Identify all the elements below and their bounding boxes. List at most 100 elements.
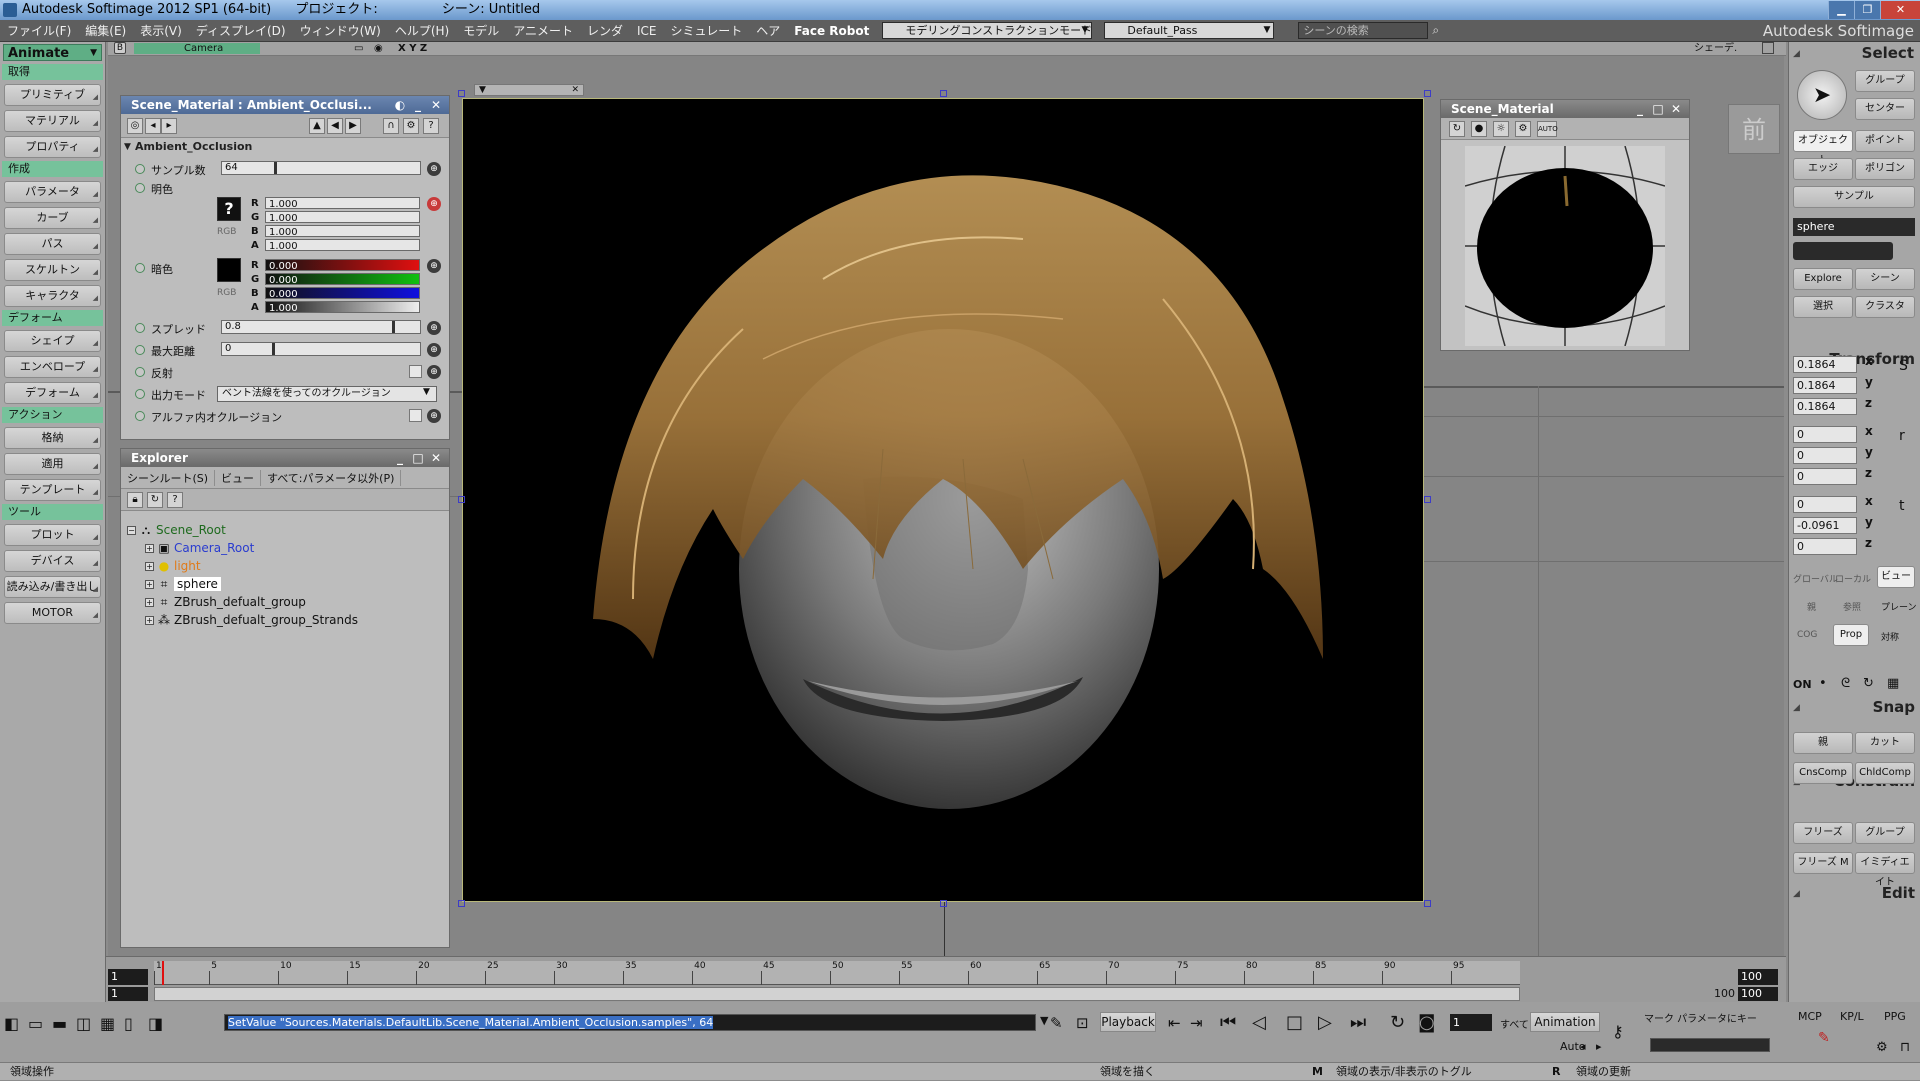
envelope-button[interactable]: エンベロープ [4, 356, 101, 379]
play-backward-icon[interactable]: ◁ [1252, 1012, 1266, 1033]
freeze-button[interactable]: フリーズ [1793, 822, 1853, 844]
reflect-anim-dot[interactable] [135, 367, 145, 377]
tab-ppg[interactable]: PPG [1884, 1010, 1906, 1023]
samples-slider-thumb[interactable] [274, 162, 277, 174]
preview-close-icon[interactable]: ✕ [1667, 100, 1685, 118]
preview-sphere-icon[interactable]: ● [1471, 121, 1487, 137]
explorer-titlebar[interactable]: Explorer _ □ ✕ [121, 449, 449, 467]
region-handle[interactable] [1424, 900, 1431, 907]
maximize-icon[interactable]: ❐ [1854, 1, 1880, 19]
menu-face-robot[interactable]: Face Robot [787, 24, 876, 38]
path-button[interactable]: パス [4, 233, 101, 256]
prop-button[interactable]: Prop [1833, 624, 1869, 646]
tab-mcp[interactable]: MCP [1798, 1010, 1822, 1023]
maxdist-slider[interactable]: 0 [221, 342, 421, 356]
snap-point-icon[interactable]: • [1819, 676, 1827, 691]
playhead[interactable] [162, 961, 164, 985]
material-button[interactable]: マテリアル [4, 110, 101, 133]
timeline-track[interactable]: 1 5 10 15 20 25 30 35 40 45 50 55 60 65 70 75 80 85 90 95 [154, 961, 1520, 985]
section-tools[interactable]: ツール [2, 504, 103, 520]
explore-button[interactable]: Explore [1793, 268, 1853, 290]
translate-y-field[interactable]: -0.0961 [1793, 517, 1857, 534]
preview-maximize-icon[interactable]: □ [1649, 100, 1667, 118]
expand-icon[interactable]: + [145, 544, 154, 553]
eye-icon[interactable]: ◉ [374, 42, 383, 55]
load-icon[interactable]: ◀ [327, 118, 343, 134]
collapse-icon[interactable]: ▼ [479, 85, 486, 95]
collapse-icon[interactable]: − [127, 526, 136, 535]
audio-icon[interactable]: ◙ [1418, 1012, 1435, 1033]
cnscomp-button[interactable]: CnsComp [1793, 762, 1853, 784]
preset-icon[interactable]: ▲ [309, 118, 325, 134]
immediate-button[interactable]: イミディエイト [1855, 852, 1915, 888]
next-key-icon[interactable]: ⇥ [1190, 1014, 1203, 1032]
center-select-button[interactable]: センター [1855, 98, 1915, 120]
edit-title[interactable]: Edit [1789, 882, 1920, 905]
explorer-filter-menu[interactable]: すべて:パラメータ以外(P) [261, 469, 402, 486]
view-space-button[interactable]: ビュー [1877, 566, 1915, 588]
character-button[interactable]: キャラクタ [4, 285, 101, 308]
maxdist-anim-dot[interactable] [135, 345, 145, 355]
section-create[interactable]: 作成 [2, 161, 103, 177]
lock-icon[interactable]: ◐ [391, 96, 409, 114]
current-frame-field[interactable]: 1 [108, 987, 148, 1001]
sample-select-button[interactable]: サンプル [1793, 186, 1915, 208]
dark-anim-dot[interactable] [135, 263, 145, 273]
chldcomp-button[interactable]: ChldComp [1855, 762, 1915, 784]
bright-connect-icon[interactable]: ⊕ [427, 197, 441, 211]
explorer-minimize-icon[interactable]: _ [391, 449, 409, 467]
scale-tool-icon[interactable]: S [1899, 358, 1908, 374]
pass-select[interactable]: Default_Pass [1104, 22, 1275, 39]
layout-3-icon[interactable]: ▬ [52, 1014, 67, 1033]
prev-key-small-icon[interactable]: ◂ [1580, 1040, 1586, 1053]
selection-button[interactable]: 選択 [1793, 296, 1853, 318]
menu-ice[interactable]: ICE [630, 24, 664, 38]
parameter-button[interactable]: パラメータ [4, 181, 101, 204]
explorer-scope-menu[interactable]: シーンルート(S) [121, 469, 216, 486]
import-export-button[interactable]: 読み込み/書き出し [4, 576, 101, 599]
layout-7-icon[interactable]: ◨ [148, 1014, 163, 1033]
tree-node-zbrush-strands[interactable]: + ⁂ ZBrush_defualt_group_Strands [145, 611, 358, 629]
bright-anim-dot[interactable] [135, 183, 145, 193]
minimize-icon[interactable]: ▁ [1828, 1, 1854, 19]
curve-button[interactable]: カーブ [4, 207, 101, 230]
cluster-button[interactable]: クラスタ [1855, 296, 1915, 318]
settings-icon[interactable]: ⚙ [403, 118, 419, 134]
samples-anim-dot[interactable] [135, 164, 145, 174]
samples-slider[interactable]: 64 [221, 161, 421, 175]
first-frame-icon[interactable]: ⏮ [1220, 1012, 1236, 1033]
edge-select-button[interactable]: エッジ [1793, 158, 1853, 180]
close-icon[interactable]: ✕ [1880, 1, 1920, 19]
explorer-help-icon[interactable]: ? [167, 492, 183, 508]
tree-node-sphere[interactable]: + ⌗ sphere [145, 575, 221, 593]
region-handle[interactable] [940, 90, 947, 97]
settings-small-icon[interactable]: ⚙ [1876, 1040, 1888, 1055]
scene-material-titlebar[interactable]: Scene_Material _ □ ✕ [1441, 100, 1689, 118]
bright-swatch[interactable]: ? [217, 197, 241, 221]
menu-window[interactable]: ウィンドウ(W) [293, 22, 388, 39]
preview-minimize-icon[interactable]: _ [1631, 100, 1649, 118]
cut-button[interactable]: カット [1855, 732, 1915, 754]
region-handle[interactable] [458, 90, 465, 97]
translate-x-field[interactable]: 0 [1793, 496, 1857, 513]
range-end-field[interactable]: 100 [1738, 987, 1778, 1001]
camera-view-icon[interactable]: ▭ [354, 42, 363, 55]
layout-icon[interactable]: ◧ [4, 1014, 19, 1033]
magnet-icon[interactable]: ∩ [383, 118, 399, 134]
explorer-maximize-icon[interactable]: □ [409, 449, 427, 467]
snap-on-toggle[interactable]: ON [1793, 678, 1812, 691]
tree-node-light[interactable]: + ● light [145, 557, 201, 575]
alpha-occlusion-checkbox[interactable] [409, 409, 422, 422]
freeze-m-button[interactable]: フリーズ M [1793, 852, 1853, 874]
layout-2-icon[interactable]: ▭ [28, 1014, 43, 1033]
reflect-connect-icon[interactable]: ⊕ [427, 365, 441, 379]
parent-constrain-button[interactable]: 親 [1793, 732, 1853, 754]
spread-connect-icon[interactable]: ⊕ [427, 321, 441, 335]
tree-node-scene-root[interactable]: − ⛬ Scene_Root [127, 521, 226, 539]
reflect-checkbox[interactable] [409, 365, 422, 378]
module-select[interactable]: Animate [3, 44, 102, 62]
store-button[interactable]: 格納 [4, 427, 101, 450]
start-frame-field[interactable]: 1 [108, 969, 148, 985]
ambient-occlusion-section[interactable]: Ambient_Occlusion [121, 138, 449, 156]
rotate-x-field[interactable]: 0 [1793, 426, 1857, 443]
